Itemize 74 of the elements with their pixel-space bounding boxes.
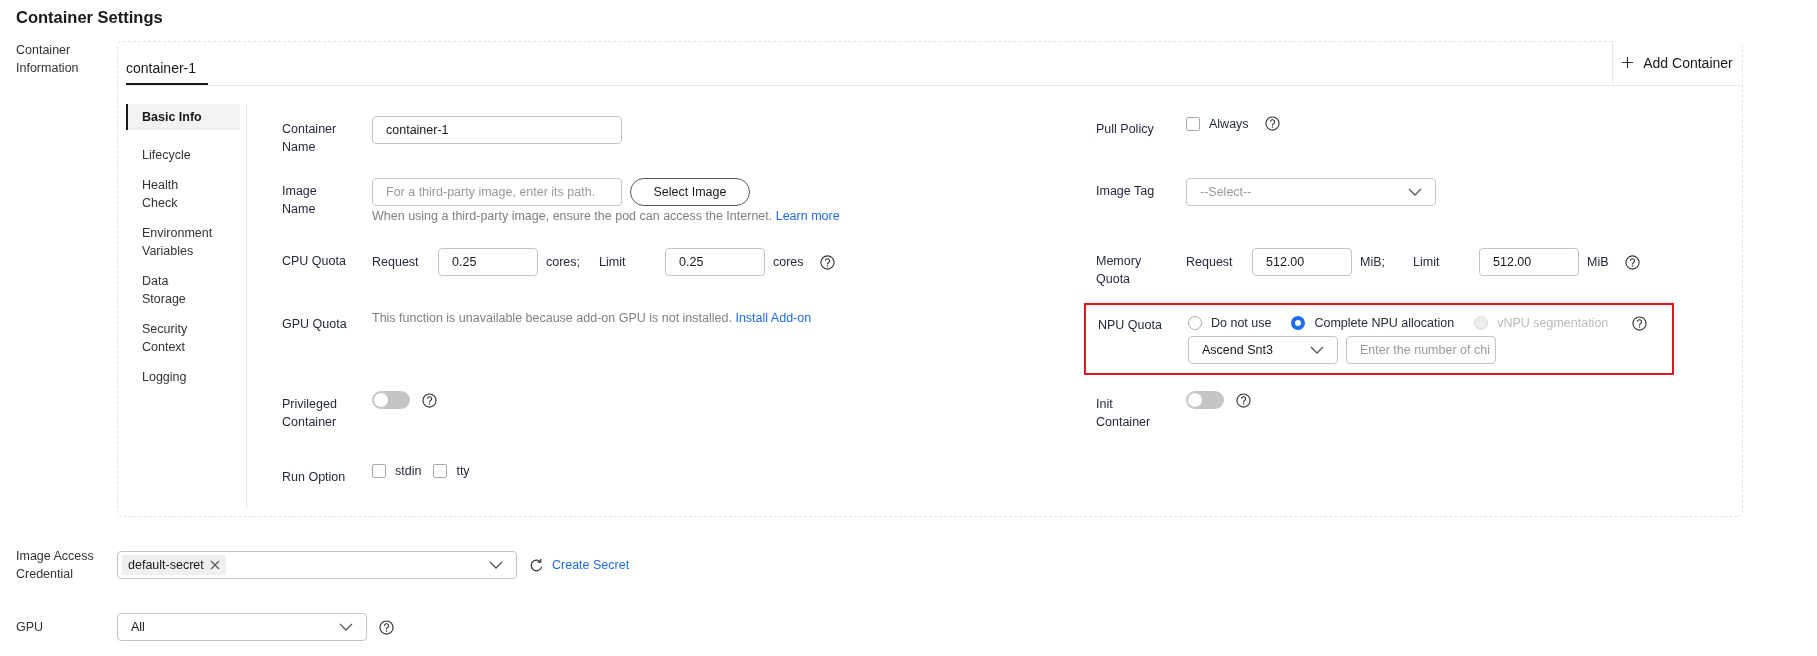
field-label: Container Name	[282, 121, 338, 156]
field-label: Memory Quota	[1096, 253, 1143, 288]
field-label: GPU Quota	[282, 316, 348, 333]
unit-label: MiB	[1587, 255, 1609, 269]
checkbox-label: Always	[1209, 116, 1249, 131]
select-field[interactable]: All	[117, 613, 367, 641]
toggle-switch[interactable]	[1186, 391, 1224, 409]
close-icon[interactable]	[209, 560, 220, 570]
help-icon[interactable]	[1236, 392, 1251, 408]
help-icon[interactable]	[1264, 116, 1280, 131]
field-label: Image Tag	[1096, 183, 1156, 200]
create-secret-link[interactable]: Create Secret	[552, 558, 630, 572]
field-label: NPU Quota	[1098, 317, 1163, 334]
chevron-down-icon	[489, 561, 503, 569]
field-label: Container Information	[16, 42, 80, 77]
limit-label: Limit	[1413, 255, 1441, 269]
nav-item[interactable]: Security Context	[126, 316, 240, 360]
container-tab[interactable]: container-1	[126, 42, 208, 85]
help-icon[interactable]	[1624, 254, 1640, 270]
plus-icon	[1622, 57, 1634, 68]
select-field[interactable]: default-secret	[117, 551, 517, 579]
help-icon[interactable]	[819, 254, 835, 270]
field-label: Image Access Credential	[16, 548, 95, 583]
field-label: CPU Quota	[282, 253, 347, 270]
learn-more-link[interactable]: Learn more	[775, 209, 840, 223]
limit-label: Limit	[599, 255, 627, 269]
tag-chip[interactable]: default-secret	[122, 555, 226, 575]
input-field[interactable]: 0.25	[438, 248, 538, 276]
radio-button[interactable]	[1291, 316, 1306, 330]
radio-label: vNPU segmentation	[1497, 316, 1609, 330]
request-label: Request	[1186, 255, 1234, 269]
field-label: Image Name	[282, 183, 318, 218]
section-title: Container Settings	[16, 8, 164, 27]
checkbox[interactable]	[1186, 116, 1200, 131]
chevron-down-icon	[1310, 346, 1324, 354]
select-field[interactable]: Ascend Snt3	[1188, 336, 1338, 364]
radio-label: Complete NPU allocation	[1314, 316, 1455, 330]
radio-label: Do not use	[1211, 316, 1272, 330]
notice-text: This function is unavailable because add-on GPU is not installed. Install Add-on	[372, 311, 812, 325]
input-field[interactable]: 512.00	[1479, 248, 1579, 276]
request-label: Request	[372, 255, 420, 269]
install-add-on-link[interactable]: Install Add-on	[735, 311, 812, 325]
input-field[interactable]: container-1	[372, 116, 622, 144]
field-label: Run Option	[282, 469, 347, 486]
checkbox-label: stdin	[395, 464, 422, 478]
help-icon[interactable]	[422, 392, 437, 408]
checkbox[interactable]	[372, 464, 386, 478]
nav-item[interactable]: Environment Variables	[126, 220, 240, 264]
select-image-button[interactable]: Select Image	[630, 178, 750, 206]
nav-item[interactable]: Data Storage	[126, 268, 240, 312]
field-label: Privileged Container	[282, 396, 338, 431]
input-field[interactable]: 512.00	[1252, 248, 1352, 276]
unit-label: cores	[773, 255, 804, 269]
field-label: GPU	[16, 619, 45, 636]
nav-item[interactable]: Health Check	[126, 172, 240, 216]
chevron-down-icon	[1408, 188, 1422, 196]
hint-text: When using a third-party image, ensure the pod can access the Internet. Learn more	[372, 209, 840, 223]
help-icon[interactable]	[379, 619, 394, 635]
nav-item[interactable]: Lifecycle	[126, 142, 240, 168]
checkbox-label: tty	[456, 464, 470, 478]
toggle-switch[interactable]	[372, 391, 410, 409]
field-label: Pull Policy	[1096, 121, 1155, 138]
field-label: Init Container	[1096, 396, 1152, 431]
unit-label: cores;	[546, 255, 582, 269]
input-field[interactable]: 0.25	[665, 248, 765, 276]
checkbox[interactable]	[433, 464, 448, 478]
nav-item[interactable]: Logging	[126, 364, 240, 390]
refresh-icon[interactable]	[529, 557, 544, 573]
unit-label: MiB;	[1360, 255, 1386, 269]
help-icon[interactable]	[1632, 315, 1648, 331]
chevron-down-icon	[339, 623, 353, 631]
radio-button[interactable]	[1188, 316, 1202, 330]
add-container-button[interactable]: Add Container	[1612, 41, 1742, 84]
nav-item[interactable]: Basic Info	[126, 104, 240, 130]
